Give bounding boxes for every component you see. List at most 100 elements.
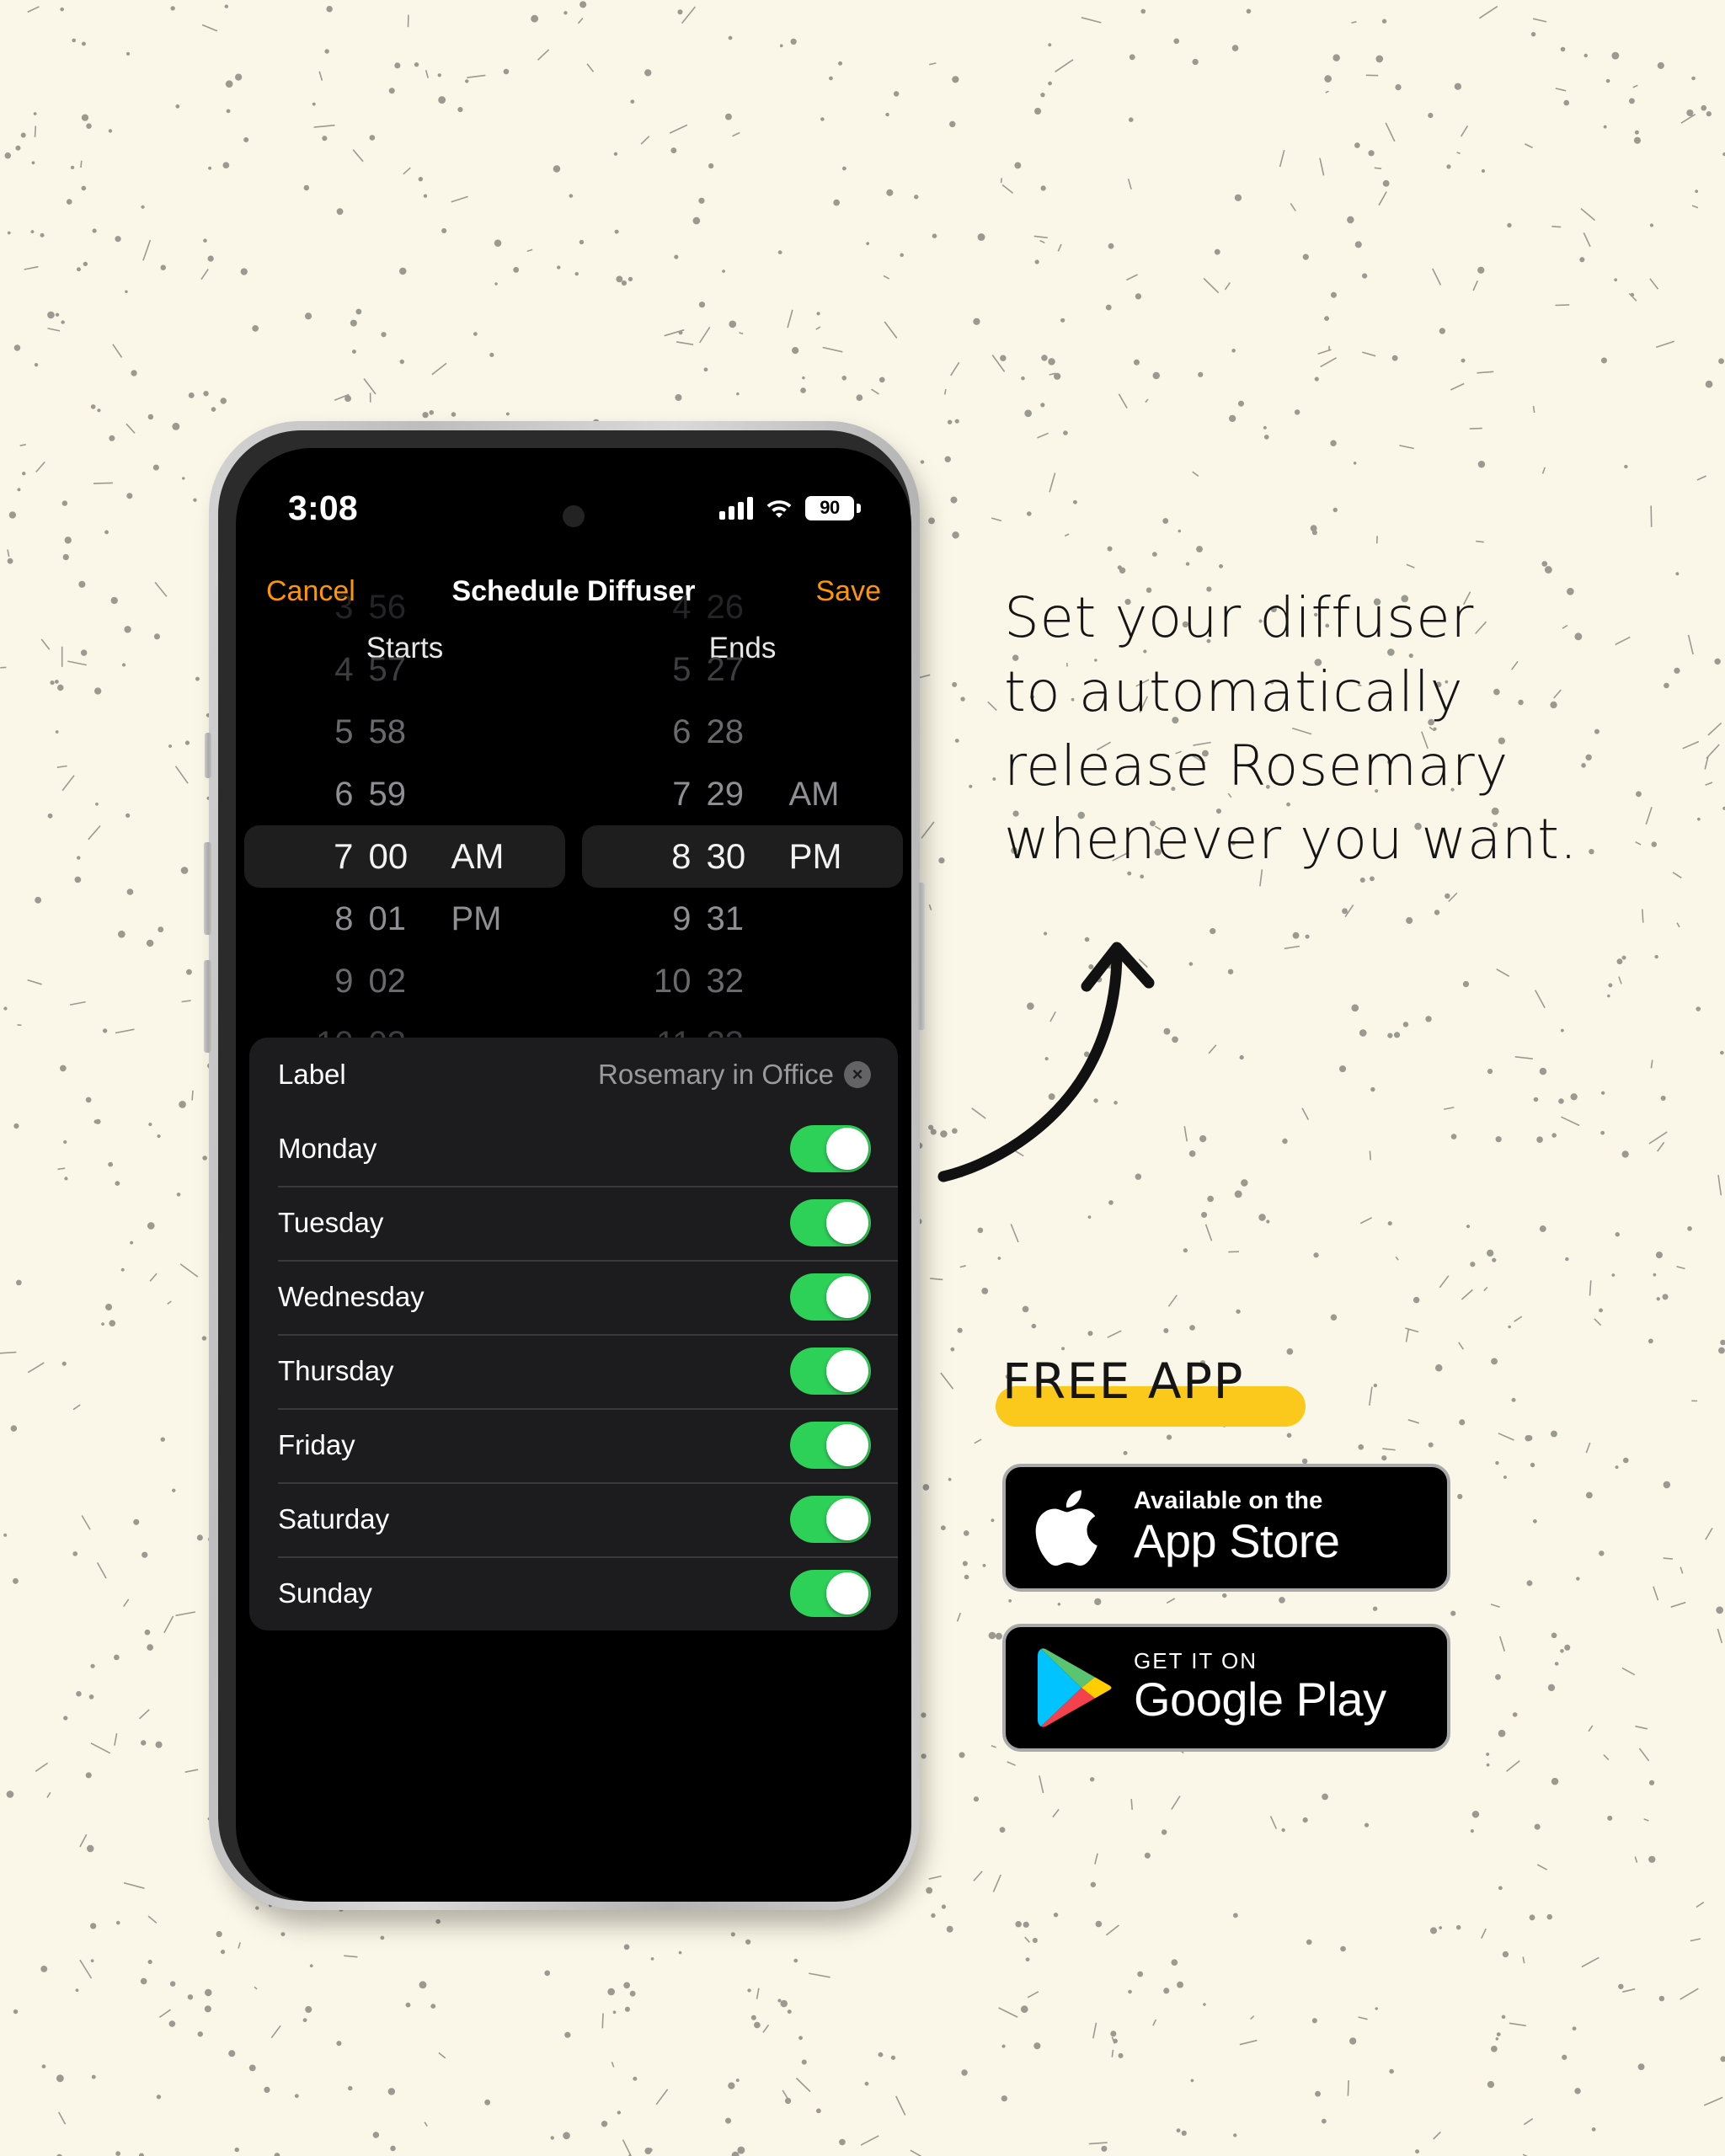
- day-toggle[interactable]: [790, 1125, 871, 1172]
- silence-switch[interactable]: [205, 733, 211, 778]
- volume-down-button[interactable]: [204, 960, 211, 1053]
- ends-hour-item[interactable]: 6: [626, 701, 698, 763]
- app-store-badge[interactable]: Available on the App Store: [1002, 1464, 1450, 1592]
- day-label: Thursday: [278, 1355, 394, 1386]
- label-row[interactable]: Label Rosemary in Office ×: [249, 1038, 898, 1112]
- ends-minute-column[interactable]: 262728293031323334: [698, 589, 779, 1124]
- ends-minute-selected[interactable]: 30: [698, 825, 779, 888]
- save-button[interactable]: Save: [816, 575, 882, 608]
- starts-hour-item[interactable]: 9: [288, 950, 360, 1012]
- ends-hour-item[interactable]: 9: [626, 888, 698, 950]
- ends-meridiem-column[interactable]: AM PM: [779, 692, 860, 1021]
- day-label: Monday: [278, 1133, 377, 1164]
- starts-hour-item[interactable]: 8: [288, 888, 360, 950]
- volume-up-button[interactable]: [204, 842, 211, 935]
- starts-hour-selected[interactable]: 7: [288, 825, 360, 888]
- starts-minute-column[interactable]: 565758590001020304: [360, 589, 441, 1124]
- starts-minute-item[interactable]: 56: [360, 576, 441, 638]
- day-label: Friday: [278, 1429, 355, 1460]
- ends-picker[interactable]: 456789101112 262728293031323334 AMPM: [574, 589, 911, 1124]
- battery-icon: 90: [805, 495, 861, 520]
- ends-minute-item[interactable]: 31: [698, 888, 779, 950]
- app-store-small-text: Available on the: [1134, 1486, 1323, 1514]
- day-label: Wednesday: [278, 1281, 425, 1312]
- day-toggle[interactable]: [790, 1570, 871, 1617]
- starts-meridiem-column[interactable]: AM PM: [441, 692, 522, 1021]
- starts-minute-item[interactable]: 57: [360, 638, 441, 701]
- day-row[interactable]: Friday: [249, 1408, 898, 1482]
- day-row[interactable]: Tuesday: [249, 1186, 898, 1260]
- day-toggle[interactable]: [790, 1422, 871, 1469]
- day-toggle[interactable]: [790, 1348, 871, 1395]
- ends-minute-item[interactable]: 27: [698, 638, 779, 701]
- ends-meridiem-item[interactable]: AM: [779, 763, 860, 825]
- starts-picker[interactable]: 34567891011 565758590001020304 AMPM: [236, 589, 574, 1124]
- label-input[interactable]: Rosemary in Office: [598, 1059, 834, 1091]
- ends-hour-item[interactable]: 5: [626, 638, 698, 701]
- starts-minute-item[interactable]: 59: [360, 763, 441, 825]
- toggle-knob: [826, 1424, 868, 1466]
- phone-screen: 3:08 90 Cancel Schedule Diffuser Save St…: [236, 448, 911, 1902]
- ends-minute-item[interactable]: 32: [698, 950, 779, 1012]
- day-label: Tuesday: [278, 1207, 384, 1238]
- day-rows: Monday Tuesday Wednesday Thursday Friday Satu…: [249, 1112, 898, 1630]
- starts-hour-item[interactable]: 6: [288, 763, 360, 825]
- day-row[interactable]: Sunday: [249, 1556, 898, 1630]
- ends-minute-item[interactable]: 28: [698, 701, 779, 763]
- google-play-badge[interactable]: GET IT ON Google Play: [1002, 1624, 1450, 1752]
- starts-hour-item[interactable]: 5: [288, 701, 360, 763]
- day-row[interactable]: Saturday: [249, 1482, 898, 1556]
- day-label: Sunday: [278, 1577, 372, 1609]
- ends-hour-item[interactable]: 4: [626, 576, 698, 638]
- front-camera-icon: [563, 505, 585, 527]
- starts-meridiem-selected[interactable]: AM: [441, 825, 522, 888]
- status-time: 3:08: [288, 488, 358, 527]
- free-app-badge: FREE APP: [996, 1353, 1306, 1427]
- headline-line-1: to automatically: [1004, 659, 1464, 724]
- toggle-knob: [826, 1202, 868, 1244]
- clear-icon[interactable]: ×: [844, 1061, 871, 1088]
- day-row[interactable]: Wednesday: [249, 1260, 898, 1334]
- ends-meridiem-selected[interactable]: PM: [779, 825, 860, 888]
- headline-line-2: release Rosemary: [1004, 733, 1509, 798]
- google-play-big-text: Google Play: [1134, 1672, 1386, 1726]
- day-row[interactable]: Thursday: [249, 1334, 898, 1408]
- toggle-knob: [826, 1498, 868, 1540]
- power-button[interactable]: [917, 883, 925, 1030]
- app-store-big-text: App Store: [1134, 1513, 1340, 1567]
- ends-hour-column[interactable]: 456789101112: [626, 589, 698, 1124]
- starts-minute-item[interactable]: 01: [360, 888, 441, 950]
- day-toggle[interactable]: [790, 1199, 871, 1246]
- schedule-card: Label Rosemary in Office × Monday Tuesday…: [249, 1038, 898, 1630]
- google-play-icon: [1038, 1648, 1112, 1727]
- ends-minute-item[interactable]: 29: [698, 763, 779, 825]
- ends-hour-selected[interactable]: 8: [626, 825, 698, 888]
- day-toggle[interactable]: [790, 1496, 871, 1543]
- cellular-bars-icon: [719, 496, 753, 520]
- headline: Set your diffuser to automatically release…: [1004, 581, 1703, 877]
- curved-up-arrow-icon: [937, 942, 1155, 1182]
- starts-hour-column[interactable]: 34567891011: [288, 589, 360, 1124]
- phone-inner-rim: 3:08 90 Cancel Schedule Diffuser Save St…: [218, 430, 911, 1902]
- free-app-label: FREE APP: [1002, 1353, 1245, 1410]
- time-pickers: 34567891011 565758590001020304 AMPM 4567…: [236, 589, 911, 1124]
- toggle-knob: [826, 1276, 868, 1318]
- starts-hour-item[interactable]: 4: [288, 638, 360, 701]
- day-toggle[interactable]: [790, 1273, 871, 1321]
- label-row-title: Label: [278, 1059, 346, 1090]
- cancel-button[interactable]: Cancel: [266, 575, 355, 608]
- apple-logo-icon: [1035, 1490, 1097, 1566]
- headline-line-0: Set your diffuser: [1004, 585, 1474, 650]
- starts-minute-selected[interactable]: 00: [360, 825, 441, 888]
- wifi-icon: [766, 500, 792, 518]
- starts-meridiem-item[interactable]: PM: [441, 888, 522, 950]
- phone-frame: 3:08 90 Cancel Schedule Diffuser Save St…: [204, 421, 925, 1910]
- ends-minute-item[interactable]: 26: [698, 576, 779, 638]
- headline-line-3: whenever you want.: [1004, 807, 1578, 873]
- ends-hour-item[interactable]: 7: [626, 763, 698, 825]
- starts-minute-item[interactable]: 58: [360, 701, 441, 763]
- toggle-knob: [826, 1128, 868, 1170]
- ends-hour-item[interactable]: 10: [626, 950, 698, 1012]
- day-row[interactable]: Monday: [249, 1112, 898, 1186]
- starts-minute-item[interactable]: 02: [360, 950, 441, 1012]
